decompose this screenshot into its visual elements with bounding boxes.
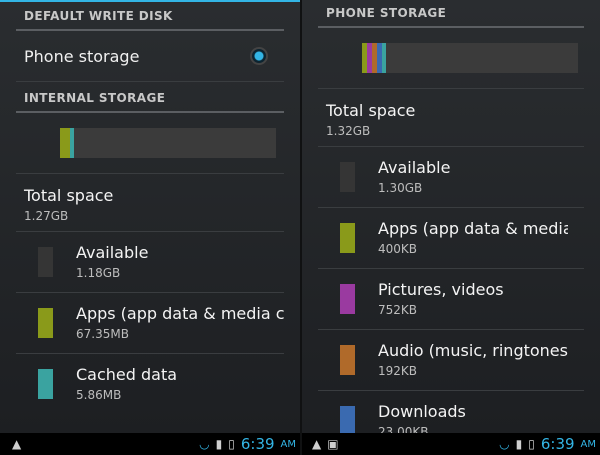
list-item-apps[interactable]: Apps (app data & media c 400KB	[318, 208, 584, 269]
item-label: Downloads	[378, 402, 466, 421]
image-icon: ▣	[327, 437, 339, 451]
battery-icon: ▯	[228, 437, 235, 451]
item-label: Audio (music, ringtones, p	[378, 341, 568, 360]
list-item-pictures-videos[interactable]: Pictures, videos 752KB	[318, 269, 584, 330]
item-label: Available	[76, 243, 149, 262]
left-settings-panel: DEFAULT WRITE DISK Phone storage INTERNA…	[0, 0, 300, 433]
battery-icon: ▯	[528, 437, 535, 451]
item-value: 752KB	[378, 303, 418, 317]
storage-usage-bar-row	[16, 113, 284, 174]
warning-icon: ▲	[312, 437, 322, 451]
item-value: 23.00KB	[378, 425, 429, 433]
list-item-downloads[interactable]: Downloads 23.00KB	[318, 391, 584, 433]
color-swatch	[340, 284, 355, 314]
list-item-available[interactable]: Available 1.30GB	[318, 147, 584, 208]
total-space-value: 1.27GB	[24, 209, 69, 223]
section-internal-storage: INTERNAL STORAGE	[16, 82, 284, 113]
item-label: Apps (app data & media c	[378, 219, 568, 238]
item-label: Cached data	[76, 365, 178, 384]
right-settings-panel: PHONE STORAGE Total space 1.32GB Availab…	[302, 0, 600, 433]
warning-icon: ▲	[12, 437, 22, 451]
storage-usage-bar	[362, 43, 578, 73]
top-accent-line	[0, 0, 300, 2]
storage-usage-bar-row	[318, 28, 584, 89]
color-swatch	[340, 406, 355, 433]
color-swatch	[340, 345, 355, 375]
total-space-item: Total space 1.27GB	[16, 174, 284, 232]
radio-selected-icon[interactable]	[250, 47, 268, 65]
item-label: Apps (app data & media c	[76, 304, 285, 323]
signal-icon: ▮	[515, 437, 523, 451]
phone-storage-option[interactable]: Phone storage	[16, 31, 284, 82]
section-default-write-disk: DEFAULT WRITE DISK	[16, 0, 284, 31]
clock-ampm: AM	[280, 438, 296, 450]
item-value: 5.86MB	[76, 388, 122, 402]
total-space-title: Total space	[326, 101, 416, 120]
color-swatch	[38, 369, 53, 399]
storage-usage-bar	[60, 128, 276, 158]
bar-segment-other	[382, 43, 386, 73]
color-swatch	[340, 162, 355, 192]
signal-icon: ▮	[215, 437, 223, 451]
right-status-bar: ▲ ▣ ◡ ▮ ▯ 6:39 AM	[302, 433, 600, 455]
phone-storage-label: Phone storage	[24, 46, 140, 66]
item-value: 67.35MB	[76, 327, 129, 341]
list-item-audio[interactable]: Audio (music, ringtones, p 192KB	[318, 330, 584, 391]
clock-time: 6:39	[540, 435, 575, 453]
list-item-available[interactable]: Available 1.18GB	[16, 232, 284, 293]
bar-segment-apps	[60, 128, 70, 158]
item-value: 1.30GB	[378, 181, 423, 195]
total-space-item: Total space 1.32GB	[318, 89, 584, 147]
list-item-cached-data[interactable]: Cached data 5.86MB	[16, 354, 284, 414]
color-swatch	[38, 247, 53, 277]
clock-time: 6:39	[240, 435, 275, 453]
color-swatch	[340, 223, 355, 253]
wifi-icon: ◡	[199, 437, 210, 451]
clock-ampm: AM	[580, 438, 596, 450]
item-label: Available	[378, 158, 451, 177]
left-status-bar: ▲ ◡ ▮ ▯ 6:39 AM	[0, 433, 300, 455]
bar-segment-cached	[70, 128, 74, 158]
item-value: 1.18GB	[76, 266, 121, 280]
list-item-apps[interactable]: Apps (app data & media c 67.35MB	[16, 293, 285, 354]
item-label: Pictures, videos	[378, 280, 504, 299]
section-phone-storage: PHONE STORAGE	[318, 0, 584, 28]
wifi-icon: ◡	[499, 437, 510, 451]
total-space-value: 1.32GB	[326, 124, 371, 138]
item-value: 400KB	[378, 242, 418, 256]
color-swatch	[38, 308, 53, 338]
item-value: 192KB	[378, 364, 418, 378]
total-space-title: Total space	[24, 186, 114, 205]
